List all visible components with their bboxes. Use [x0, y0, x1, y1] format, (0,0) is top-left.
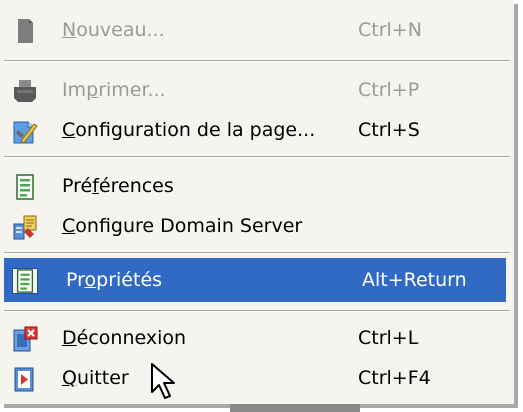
menu-separator — [4, 252, 510, 254]
menu-item-configure-domain-server[interactable]: Configure Domain Server — [0, 204, 506, 248]
preferences-icon — [12, 174, 38, 200]
properties-icon — [12, 268, 38, 294]
menu-item-configuration-page[interactable]: Configuration de la page... Ctrl+S — [0, 108, 506, 152]
menu-item-label: Configure Domain Server — [62, 215, 303, 237]
menu-separator — [4, 310, 510, 312]
menu-item-label: Préférences — [62, 175, 174, 197]
logout-icon — [12, 326, 38, 352]
menu-item-shortcut: Ctrl+S — [358, 119, 420, 141]
menu-item-label: Imprimer... — [62, 79, 166, 101]
menu-item-shortcut: Ctrl+N — [358, 19, 422, 41]
menu-item-shortcut: Alt+Return — [362, 269, 467, 291]
menu-item-shortcut: Ctrl+P — [358, 79, 420, 101]
menu-item-deconnexion[interactable]: Déconnexion Ctrl+L — [0, 316, 506, 360]
menu-separator — [4, 60, 510, 62]
menu-item-shortcut: Ctrl+L — [358, 327, 419, 349]
printer-gray-icon — [12, 78, 38, 104]
domain-server-icon — [12, 214, 38, 240]
menu-item-label: Déconnexion — [62, 327, 187, 349]
menu-item-proprietes[interactable]: Propriétés Alt+Return — [4, 258, 506, 302]
document-gray-icon — [12, 18, 38, 44]
menu-item-nouveau[interactable]: Nouveau... Ctrl+N — [0, 8, 506, 52]
menu-item-imprimer[interactable]: Imprimer... Ctrl+P — [0, 68, 506, 112]
page-setup-icon — [12, 118, 38, 144]
menu-item-label: Propriétés — [66, 269, 163, 291]
exit-icon — [12, 366, 38, 392]
menu-item-label: Nouveau... — [62, 19, 165, 41]
menu-item-label: Configuration de la page... — [62, 119, 316, 141]
menu-item-preferences[interactable]: Préférences — [0, 164, 506, 208]
window-edge — [230, 404, 360, 412]
menu-separator — [4, 156, 510, 158]
menu-item-shortcut: Ctrl+F4 — [358, 367, 431, 389]
context-menu: Nouveau... Ctrl+N Imprimer... Ctrl+P Con… — [0, 0, 514, 404]
mouse-cursor-icon — [150, 362, 186, 402]
menu-item-label: Quitter — [62, 367, 129, 389]
menu-item-quitter[interactable]: Quitter Ctrl+F4 — [0, 356, 506, 400]
